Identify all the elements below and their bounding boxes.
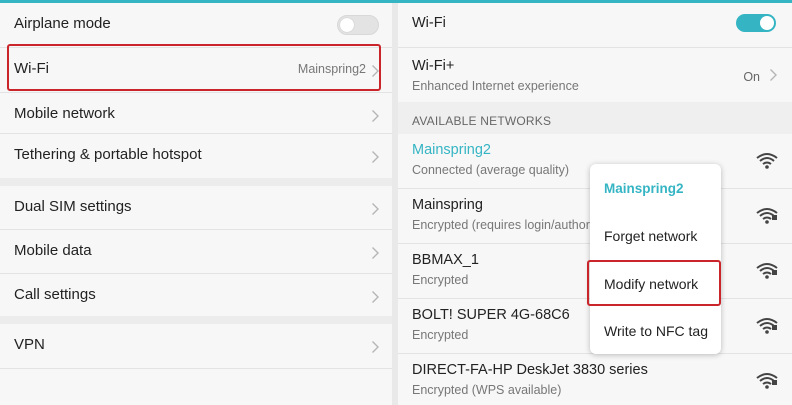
network-item[interactable]: DIRECT-FA-HP DeskJet 3830 series Encrypt… bbox=[398, 354, 792, 405]
settings-item-label: Call settings bbox=[14, 286, 96, 303]
wifi-plus-row[interactable]: Wi-Fi+ Enhanced Internet experience bbox=[398, 48, 792, 102]
network-name: Mainspring2 bbox=[412, 142, 491, 158]
settings-item-airplane-mode[interactable]: Airplane mode bbox=[0, 3, 392, 47]
chevron-right-icon bbox=[372, 291, 379, 303]
wifi-plus-subtitle: Enhanced Internet experience bbox=[412, 79, 579, 93]
settings-item-label: Mobile data bbox=[14, 242, 92, 259]
chevron-right-icon bbox=[372, 247, 379, 259]
settings-item-tethering[interactable]: Tethering & portable hotspot bbox=[0, 134, 392, 178]
wifi-toggle[interactable] bbox=[736, 14, 776, 32]
network-name: Mainspring bbox=[412, 197, 483, 213]
settings-item-label: Dual SIM settings bbox=[14, 198, 132, 215]
settings-panel: Airplane mode Wi-Fi Mainspring2 Mobile n… bbox=[0, 3, 392, 405]
settings-item-label: Mobile network bbox=[14, 105, 115, 122]
wifi-signal-icon bbox=[756, 373, 778, 389]
settings-item-vpn[interactable]: VPN bbox=[0, 324, 392, 368]
settings-item-dual-sim[interactable]: Dual SIM settings bbox=[0, 186, 392, 230]
wifi-plus-title: Wi-Fi+ bbox=[412, 58, 455, 74]
divider bbox=[0, 368, 392, 369]
settings-item-label: Airplane mode bbox=[14, 15, 111, 32]
settings-item-label: VPN bbox=[14, 336, 45, 353]
network-status: Encrypted (requires login/authori bbox=[412, 218, 593, 232]
forget-network-option[interactable]: Forget network bbox=[604, 228, 697, 244]
wifi-highlight-box bbox=[7, 44, 381, 91]
wifi-master-toggle-row[interactable]: Wi-Fi bbox=[398, 3, 792, 47]
network-status: Encrypted bbox=[412, 328, 469, 342]
network-status: Encrypted bbox=[412, 273, 469, 287]
chevron-right-icon bbox=[372, 110, 379, 122]
chevron-right-icon bbox=[372, 341, 379, 353]
wifi-signal-icon bbox=[756, 263, 778, 279]
context-menu-title: Mainspring2 bbox=[604, 181, 684, 196]
settings-item-mobile-network[interactable]: Mobile network bbox=[0, 93, 392, 137]
available-networks-header: AVAILABLE NETWORKS bbox=[412, 114, 552, 128]
settings-item-mobile-data[interactable]: Mobile data bbox=[0, 230, 392, 274]
chevron-right-icon bbox=[770, 69, 777, 81]
network-name: BBMAX_1 bbox=[412, 252, 479, 268]
network-status: Connected (average quality) bbox=[412, 163, 570, 177]
wifi-title: Wi-Fi bbox=[412, 15, 446, 31]
modify-network-highlight-box bbox=[587, 260, 721, 306]
airplane-mode-toggle[interactable] bbox=[337, 15, 379, 35]
wifi-plus-status: On bbox=[743, 70, 760, 84]
wifi-signal-icon bbox=[756, 153, 778, 169]
chevron-right-icon bbox=[372, 151, 379, 163]
network-name: BOLT! SUPER 4G-68C6 bbox=[412, 307, 570, 323]
chevron-right-icon bbox=[372, 203, 379, 215]
section-gap bbox=[0, 178, 392, 186]
network-status: Encrypted (WPS available) bbox=[412, 383, 562, 397]
write-nfc-tag-option[interactable]: Write to NFC tag bbox=[604, 323, 708, 339]
wifi-signal-icon bbox=[756, 208, 778, 224]
section-gap bbox=[0, 316, 392, 324]
settings-item-call-settings[interactable]: Call settings bbox=[0, 274, 392, 318]
wifi-signal-icon bbox=[756, 318, 778, 334]
network-name: DIRECT-FA-HP DeskJet 3830 series bbox=[412, 362, 648, 378]
network-context-menu: Mainspring2 Forget network Modify networ… bbox=[590, 164, 721, 354]
settings-item-label: Tethering & portable hotspot bbox=[14, 146, 202, 163]
